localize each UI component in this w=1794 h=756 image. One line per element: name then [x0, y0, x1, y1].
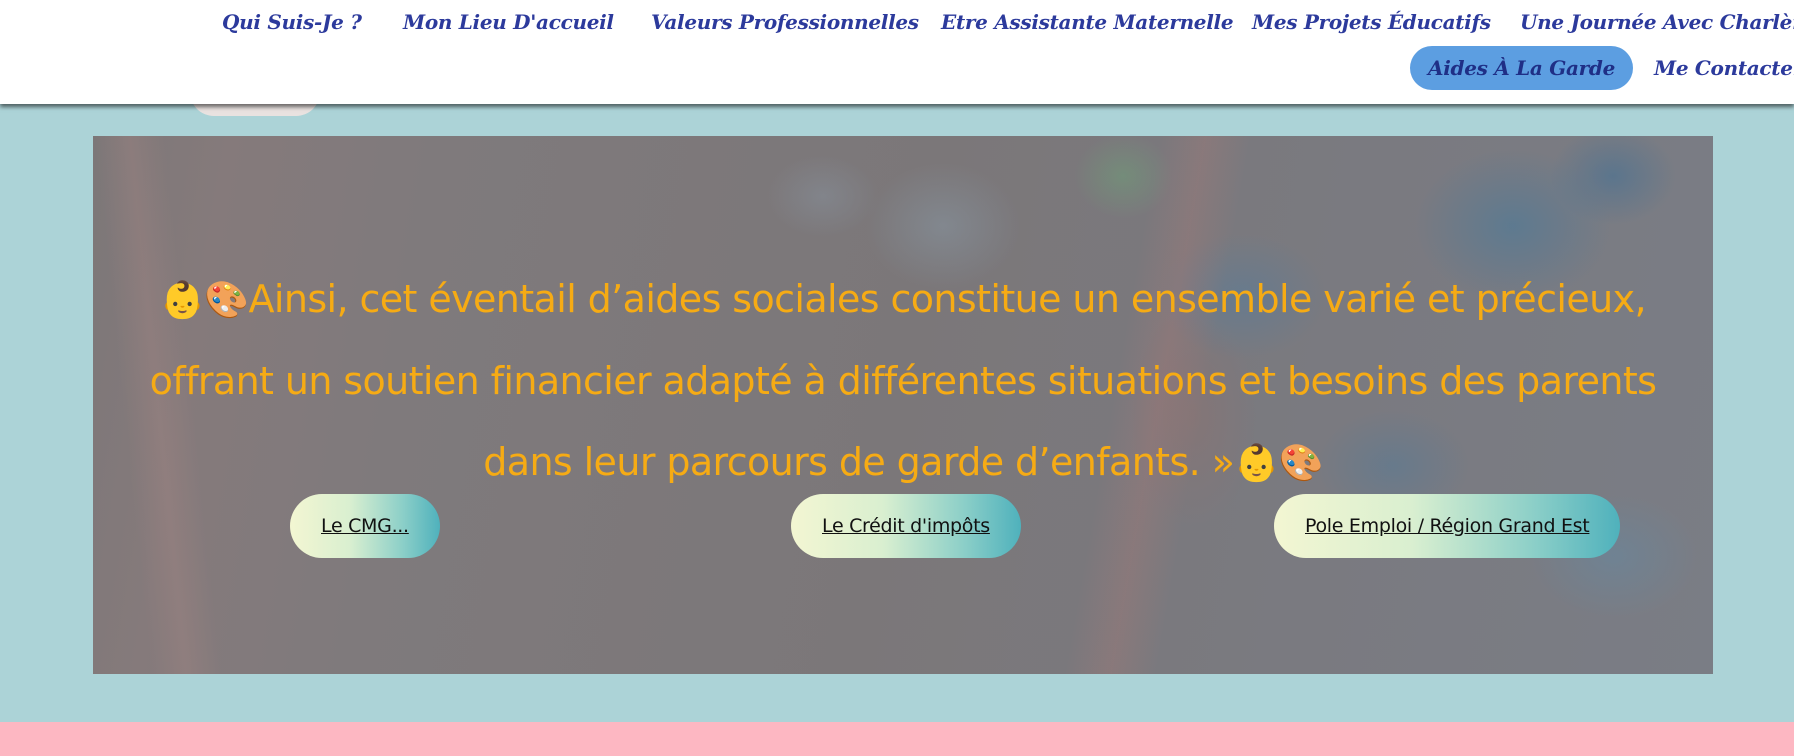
top-navigation: Qui Suis-Je ? Mon Lieu D'accueil Valeurs… — [0, 0, 1794, 104]
hero-banner: 👶🎨Ainsi, cet éventail d’aides sociales c… — [93, 136, 1713, 674]
pole-emploi-region-button[interactable]: Pole Emploi / Région Grand Est — [1274, 494, 1621, 558]
quote-line-1: Ainsi, cet éventail d’aides sociales con… — [248, 277, 1647, 321]
baby-emoji-icon: 👶 — [1234, 443, 1279, 484]
quote-line-3: dans leur parcours de garde d’enfants. » — [483, 440, 1235, 484]
cmg-button[interactable]: Le CMG... — [290, 494, 440, 558]
nav-item-me-contacter[interactable]: Me Contacter — [1654, 46, 1794, 90]
palette-emoji-icon: 🎨 — [1278, 443, 1324, 484]
palette-emoji-icon: 🎨 — [204, 280, 249, 321]
nav-item-une-journee-avec-charlene[interactable]: Une Journée Avec Charlène — [1520, 0, 1794, 44]
nav-item-etre-assistante-maternelle[interactable]: Etre Assistante Maternelle — [941, 0, 1234, 44]
footer-band — [0, 722, 1794, 756]
nav-item-mon-lieu-d-accueil[interactable]: Mon Lieu D'accueil — [403, 0, 614, 44]
nav-item-qui-suis-je[interactable]: Qui Suis-Je ? — [222, 0, 362, 44]
hero-quote: 👶🎨Ainsi, cet éventail d’aides sociales c… — [93, 259, 1713, 504]
nav-item-valeurs-professionnelles[interactable]: Valeurs Professionnelles — [651, 0, 919, 44]
quote-line-2: offrant un soutien financier adapté à di… — [149, 359, 1657, 403]
baby-emoji-icon: 👶 — [160, 280, 205, 321]
nav-item-mes-projets-educatifs[interactable]: Mes Projets Éducatifs — [1252, 0, 1491, 44]
nav-item-aides-a-la-garde[interactable]: Aides À La Garde — [1410, 46, 1633, 90]
credit-impots-button[interactable]: Le Crédit d'impôts — [791, 494, 1021, 558]
